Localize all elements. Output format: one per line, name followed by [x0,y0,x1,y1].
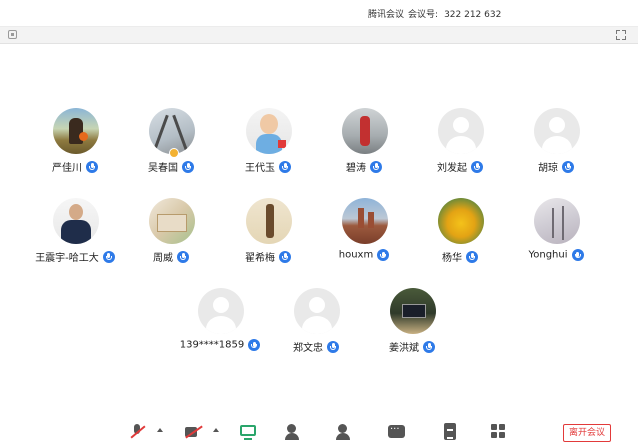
microphone-icon [279,160,291,173]
participant-tile[interactable]: 139****1859 [170,288,270,368]
video-off-icon[interactable] [184,423,202,441]
participant-name: 碧涛 [346,163,366,174]
participant-name: 王代玉 [245,163,275,174]
apps-icon[interactable] [490,423,508,441]
avatar [390,288,436,334]
microphone-icon [466,250,478,263]
participant-name: Yonghui [528,249,568,261]
leave-meeting-button[interactable]: 离开会议 [563,424,611,442]
microphone-icon [248,339,261,351]
layout-icon[interactable] [8,30,17,39]
microphone-icon [279,250,291,263]
participant-name: 严佳川 [52,163,82,174]
microphone-icon [423,340,435,353]
microphone-icon [471,160,483,173]
participant-tile[interactable]: 吴春国 [121,108,221,188]
avatar [246,198,292,244]
avatar [534,198,580,244]
microphone-icon [377,249,390,261]
mic-muted-icon[interactable] [128,423,146,441]
meeting-title: 腾讯会议 会议号: 322 212 632 [368,7,501,20]
participant-name: 翟希梅 [245,253,275,264]
microphone-icon [562,160,574,173]
avatar [149,108,195,154]
participant-tile[interactable]: 周威 [121,198,221,278]
microphone-icon [327,340,339,353]
participant-name: 王震宇-哈工大 [35,253,99,264]
participant-name: 胡琼 [538,163,558,174]
participant-tile[interactable]: 刘发起 [410,108,510,188]
participant-name: houxm [338,249,374,261]
avatar [149,198,195,244]
default-avatar-icon [438,108,484,154]
participant-name: 杨华 [442,253,462,264]
participant-name: 周威 [153,253,173,264]
microphone-icon [182,160,194,173]
participant-name: 姜洪斌 [389,343,419,354]
participant-name: 吴春国 [148,163,178,174]
microphone-icon [571,249,584,261]
participant-tile[interactable]: 姜洪斌 [362,288,462,368]
participant-name: 139****1859 [179,339,245,351]
participant-tile[interactable]: 王震宇-哈工大 [25,198,125,278]
avatar [246,108,292,154]
default-avatar-icon [198,288,244,334]
microphone-icon [86,160,98,173]
participant-name: 郑文忠 [293,343,323,354]
participant-name: 刘发起 [437,163,467,174]
participant-tile[interactable]: 碧涛 [314,108,414,188]
microphone-icon [177,250,189,263]
avatar [342,198,388,244]
chevron-up-icon[interactable] [213,428,219,432]
avatar [53,198,99,244]
meeting-id-label: 会议号: [408,10,439,20]
default-avatar-icon [534,108,580,154]
chat-icon[interactable] [388,423,406,441]
fullscreen-icon[interactable] [616,30,626,40]
participant-tile[interactable]: houxm [314,198,414,278]
participant-tile[interactable]: 王代玉 [218,108,318,188]
host-badge-icon [169,148,179,158]
participant-tile[interactable]: Yonghui [506,198,606,278]
participant-tile[interactable]: 胡琼 [506,108,606,188]
avatar [438,198,484,244]
meeting-id: 322 212 632 [444,10,502,20]
app-name: 腾讯会议 [368,10,405,20]
microphone-icon [102,250,115,263]
document-icon[interactable] [441,423,459,441]
avatar [342,108,388,154]
default-avatar-icon [294,288,340,334]
chevron-up-icon[interactable] [157,428,163,432]
participant-tile[interactable]: 严佳川 [25,108,125,188]
avatar [53,108,99,154]
microphone-icon [370,160,382,173]
members-icon[interactable] [334,423,352,441]
share-screen-icon[interactable] [239,423,257,441]
participant-tile[interactable]: 郑文忠 [266,288,366,368]
window-titlebar: 腾讯会议 会议号: 322 212 632 [0,0,640,24]
participant-tile[interactable]: 杨华 [410,198,510,278]
invite-icon[interactable] [285,423,303,441]
meeting-controls [0,414,640,446]
participant-tile[interactable]: 翟希梅 [218,198,318,278]
view-toolbar [0,26,638,44]
